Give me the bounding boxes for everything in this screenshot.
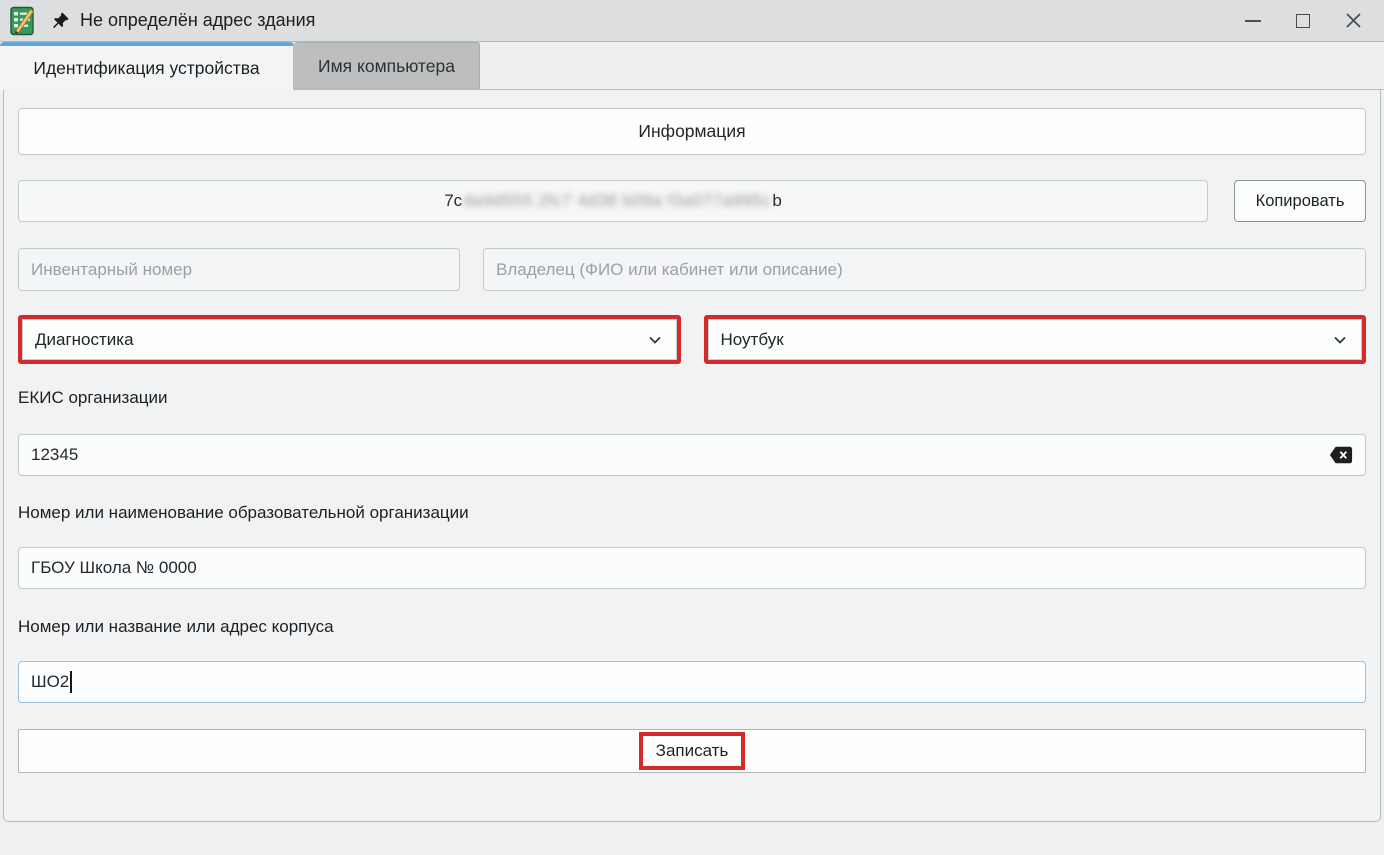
copy-button-label: Копировать <box>1256 192 1345 211</box>
chevron-down-icon <box>1331 331 1349 349</box>
owner-input[interactable]: Владелец (ФИО или кабинет или описание) <box>483 248 1366 291</box>
pin-icon <box>50 11 70 31</box>
text-caret <box>70 671 72 693</box>
device-id-prefix: 7c <box>444 191 462 211</box>
save-button-label: Записать <box>656 741 729 760</box>
device-type-select[interactable]: Ноутбук <box>708 319 1363 360</box>
org-input[interactable]: ГБОУ Школа № 0000 <box>18 547 1366 589</box>
information-header-bar: Информация <box>18 108 1366 155</box>
close-button[interactable] <box>1328 1 1378 41</box>
device-id-redacted: da9d555 2fc7 4d38 b09a f3a077a995c <box>463 191 771 211</box>
window-controls <box>1228 1 1378 41</box>
title-bar: Не определён адрес здания <box>0 0 1384 42</box>
ekis-input[interactable]: 12345 <box>18 434 1366 476</box>
inventory-number-input[interactable]: Инвентарный номер <box>18 248 460 291</box>
inventory-owner-row: Инвентарный номер Владелец (ФИО или каби… <box>18 248 1366 291</box>
tab-computer-name[interactable]: Имя компьютера <box>294 42 480 89</box>
tab-computer-name-label: Имя компьютера <box>318 56 455 77</box>
org-label: Номер или наименование образовательной о… <box>18 503 1366 523</box>
app-icon <box>10 6 36 36</box>
device-id-row: 7c da9d555 2fc7 4d38 b09a f3a077a995c b … <box>18 180 1366 222</box>
owner-placeholder: Владелец (ФИО или кабинет или описание) <box>496 260 843 280</box>
purpose-select-value: Диагностика <box>35 330 134 350</box>
clear-backspace-icon[interactable] <box>1329 445 1353 465</box>
ekis-label: ЕКИС организации <box>18 388 1366 408</box>
device-type-select-value: Ноутбук <box>721 330 784 350</box>
dropdown-row: Диагностика Ноутбук <box>18 315 1366 364</box>
device-id-field: 7c da9d555 2fc7 4d38 b09a f3a077a995c b <box>18 180 1208 222</box>
copy-button[interactable]: Копировать <box>1234 180 1366 222</box>
building-input[interactable]: ШО2 <box>18 661 1366 703</box>
purpose-select[interactable]: Диагностика <box>22 319 677 360</box>
save-bar: Записать <box>18 729 1366 773</box>
building-label: Номер или название или адрес корпуса <box>18 617 1366 637</box>
device-type-select-highlight: Ноутбук <box>704 315 1367 364</box>
save-button[interactable]: Записать <box>639 732 746 770</box>
window-title: Не определён адрес здания <box>80 10 315 31</box>
inventory-number-placeholder: Инвентарный номер <box>31 260 192 280</box>
chevron-down-icon <box>646 331 664 349</box>
tab-device-identification[interactable]: Идентификация устройства <box>0 42 294 90</box>
maximize-button[interactable] <box>1278 1 1328 41</box>
minimize-button[interactable] <box>1228 1 1278 41</box>
information-header-label: Информация <box>638 121 745 142</box>
minimize-icon <box>1245 20 1261 22</box>
close-icon <box>1345 12 1362 29</box>
tab-bar: Идентификация устройства Имя компьютера <box>0 42 1384 90</box>
ekis-input-value: 12345 <box>31 445 78 465</box>
device-id-suffix: b <box>772 191 781 211</box>
purpose-select-highlight: Диагностика <box>18 315 681 364</box>
app-window: Не определён адрес здания Идентификация … <box>0 0 1384 855</box>
building-input-value: ШО2 <box>31 672 69 692</box>
tab-device-identification-label: Идентификация устройства <box>33 58 259 79</box>
device-identification-panel: Информация 7c da9d555 2fc7 4d38 b09a f3a… <box>3 90 1381 822</box>
org-input-value: ГБОУ Школа № 0000 <box>31 558 197 578</box>
maximize-icon <box>1296 14 1310 28</box>
